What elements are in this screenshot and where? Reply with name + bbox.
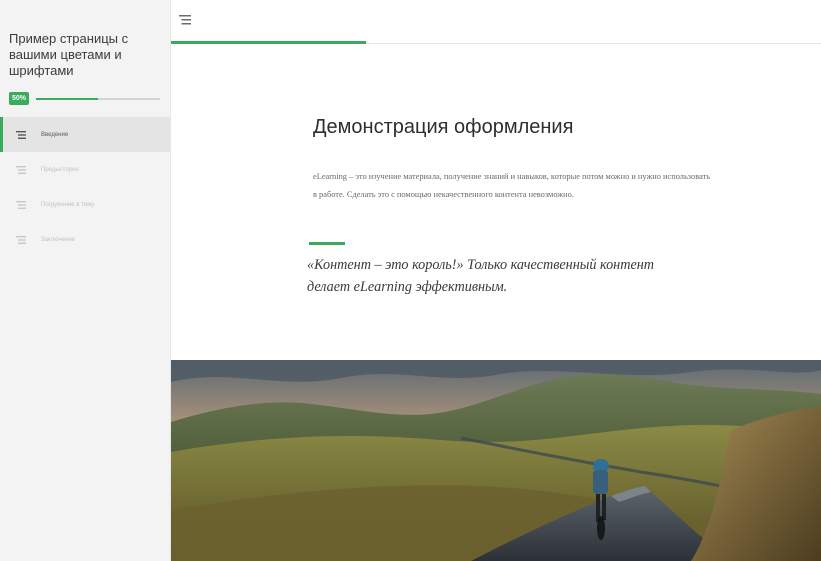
sidebar-item-label: Погружение в тему — [41, 201, 95, 208]
lesson-paragraph: eLearning – это изучение материала, полу… — [313, 172, 711, 199]
sidebar-item-background[interactable]: Предыстория — [0, 152, 170, 187]
sidebar-item-deep-dive[interactable]: Погружение в тему — [0, 187, 170, 222]
landscape-cyclist-image — [171, 360, 821, 561]
lesson-icon — [16, 235, 26, 244]
top-bar — [171, 0, 821, 44]
lesson-quote: «Контент – это король!» Только качествен… — [307, 257, 655, 295]
course-progress: 50% — [9, 92, 161, 106]
sidebar-item-label: Предыстория — [41, 166, 79, 173]
lesson-icon — [16, 165, 26, 174]
lesson-icon — [16, 130, 26, 139]
app-window: Пример страницы с вашими цветами и шрифт… — [0, 0, 821, 561]
sidebar-item-label: Введение — [41, 131, 69, 138]
quote-accent-line — [309, 242, 345, 245]
lesson-nav: Введение Предыстория Погружение в тему З… — [0, 117, 170, 257]
hero-image-cyclist — [171, 360, 821, 561]
progress-fill — [36, 98, 98, 100]
lesson-title: Демонстрация оформления — [313, 116, 574, 138]
lesson-icon — [16, 200, 26, 209]
menu-list-icon[interactable] — [179, 15, 191, 25]
progress-badge: 50% — [9, 92, 29, 105]
sidebar: Пример страницы с вашими цветами и шрифт… — [0, 0, 171, 561]
sidebar-item-label: Заключение — [41, 236, 75, 243]
lesson-content: Демонстрация оформления eLearning – это … — [171, 44, 821, 561]
course-title: Пример страницы с вашими цветами и шрифт… — [9, 31, 129, 78]
progress-track — [36, 98, 160, 100]
sidebar-item-conclusion[interactable]: Заключение — [0, 222, 170, 257]
sidebar-item-intro[interactable]: Введение — [0, 117, 170, 152]
